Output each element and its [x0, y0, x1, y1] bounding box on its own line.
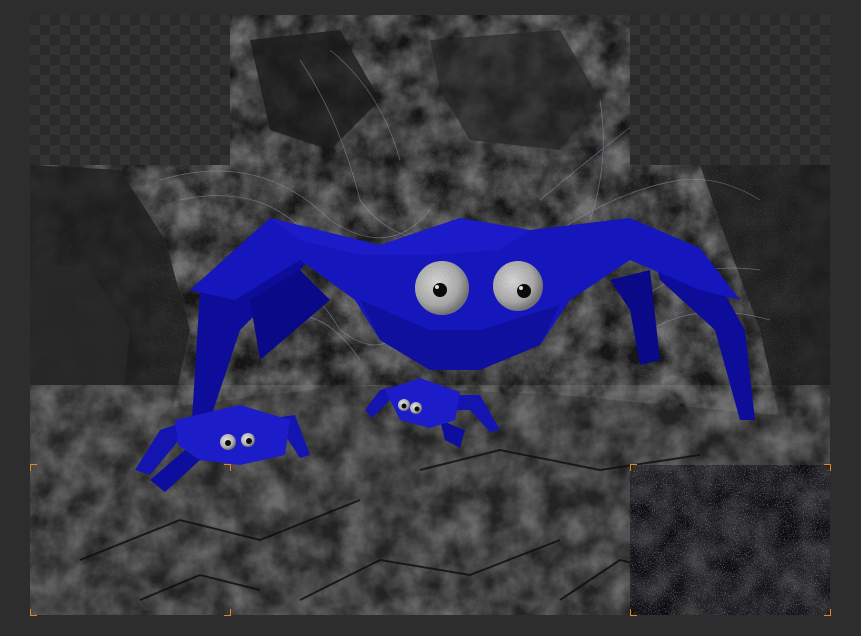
render-viewport[interactable]: [0, 0, 861, 636]
tile-corner-marker: [224, 609, 231, 616]
tile-corner-marker: [630, 464, 637, 471]
tile-corner-marker: [30, 609, 37, 616]
tile-corner-marker: [824, 464, 831, 471]
render-image: [30, 15, 830, 615]
tile-corner-marker: [30, 464, 37, 471]
tile-corner-marker: [630, 609, 637, 616]
tile-corner-marker: [224, 464, 231, 471]
tile-corner-marker: [824, 609, 831, 616]
